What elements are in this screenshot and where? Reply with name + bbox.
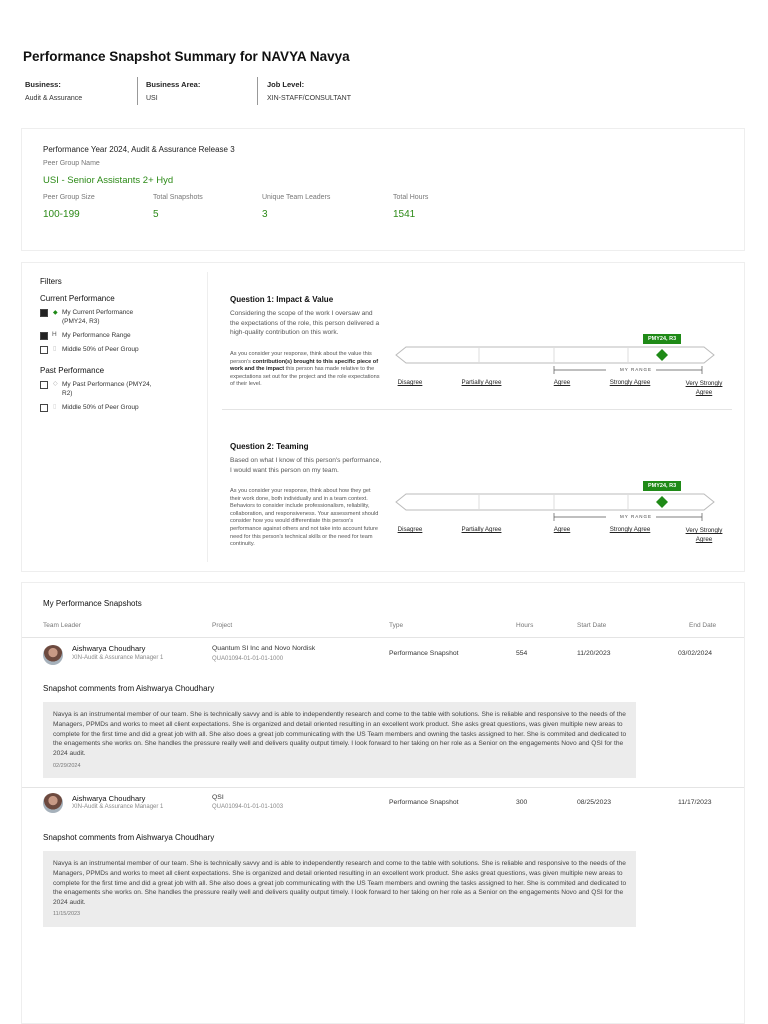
stat-label: Total Snapshots bbox=[153, 194, 203, 201]
my-range-label: MY RANGE bbox=[620, 367, 652, 372]
filter-label: Middle 50% of Peer Group bbox=[62, 346, 139, 353]
team-leader-name: Aishwarya Choudhary bbox=[72, 644, 146, 653]
avatar bbox=[43, 793, 63, 813]
column-header-hours: Hours bbox=[516, 622, 534, 629]
filter-label: My Current Performance (PMY24, R3) bbox=[62, 309, 134, 325]
comment-heading: Snapshot comments from Aishwarya Choudha… bbox=[43, 684, 215, 693]
team-leader-role: XIN-Audit & Assurance Manager 1 bbox=[72, 804, 164, 810]
scale-label-disagree: Disagree bbox=[397, 526, 423, 533]
stat-value: 3 bbox=[262, 209, 268, 220]
scale-label-very-strongly-agree: Very Strongly Agree bbox=[685, 527, 723, 543]
filter-middle-50-current[interactable]: ▯ Middle 50% of Peer Group bbox=[40, 345, 200, 356]
scale-label-agree: Agree bbox=[553, 379, 571, 386]
stat-label: Total Hours bbox=[393, 194, 429, 201]
project-name: QSI bbox=[212, 794, 224, 801]
question-2-note: As you consider your response, think abo… bbox=[230, 488, 379, 548]
avatar bbox=[43, 645, 63, 665]
question-2-text: Based on what I know of this person's pe… bbox=[230, 457, 382, 474]
filters-divider bbox=[207, 272, 208, 562]
comment-date: 02/29/2024 bbox=[53, 763, 81, 769]
filters-title: Filters bbox=[40, 277, 62, 286]
stat-value: 100-199 bbox=[43, 209, 80, 220]
diamond-outline-icon: ◇ bbox=[53, 381, 58, 387]
diamond-icon: ◆ bbox=[53, 310, 58, 316]
comment-text: Navya is an instrumental member of our t… bbox=[53, 711, 627, 758]
question-1-note: As you consider your response, think abo… bbox=[230, 351, 380, 388]
snapshot-hours: 554 bbox=[516, 650, 528, 657]
snapshot-end-date: 03/02/2024 bbox=[678, 650, 713, 657]
scale-label-disagree: Disagree bbox=[397, 379, 423, 386]
range-swatch-icon: ▯ bbox=[53, 404, 57, 410]
filter-my-past-performance[interactable]: ◇ My Past Performance (PMY24, R2) bbox=[40, 380, 200, 402]
stat-value: 1541 bbox=[393, 209, 416, 220]
team-leader-name: Aishwarya Choudhary bbox=[72, 794, 146, 803]
column-header-type: Type bbox=[389, 622, 404, 629]
snapshot-end-date: 11/17/2023 bbox=[678, 799, 712, 806]
snapshot-start-date: 08/25/2023 bbox=[577, 799, 612, 806]
scale-label-partially-agree: Partially Agree bbox=[461, 526, 502, 533]
job-level-label: Job Level: bbox=[267, 80, 305, 89]
column-header-team-leader: Team Leader bbox=[43, 622, 81, 629]
range-icon: H bbox=[52, 331, 57, 338]
current-performance-badge: PMY24, R3 bbox=[643, 334, 682, 344]
my-range-label: MY RANGE bbox=[620, 514, 652, 519]
checkbox[interactable] bbox=[40, 346, 48, 354]
business-value: Audit & Assurance bbox=[25, 95, 83, 102]
scale-label-strongly-agree: Strongly Agree bbox=[609, 526, 651, 533]
project-code: QUA01094-01-01-01-1003 bbox=[212, 804, 284, 810]
checkbox-checked[interactable] bbox=[40, 332, 48, 340]
range-swatch-icon: ▯ bbox=[53, 346, 57, 352]
project-name: Quantum SI Inc and Novo Nordisk bbox=[212, 645, 316, 652]
snapshot-hours: 300 bbox=[516, 799, 528, 806]
snapshots-title: My Performance Snapshots bbox=[43, 599, 142, 608]
scale-label-partially-agree: Partially Agree bbox=[461, 379, 502, 386]
business-label: Business: bbox=[25, 80, 61, 89]
current-performance-heading: Current Performance bbox=[40, 294, 115, 303]
project-code: QUA01094-01-01-01-1000 bbox=[212, 656, 284, 662]
business-area-label: Business Area: bbox=[146, 80, 201, 89]
checkbox[interactable] bbox=[40, 381, 48, 389]
checkbox-checked[interactable] bbox=[40, 309, 48, 317]
filter-my-performance-range[interactable]: H My Performance Range bbox=[40, 331, 200, 342]
meta-divider bbox=[137, 77, 138, 105]
peer-group-name: USI - Senior Assistants 2+ Hyd bbox=[43, 175, 174, 186]
meta-divider bbox=[257, 77, 258, 105]
comment-text: Navya is an instrumental member of our t… bbox=[53, 860, 627, 907]
performance-year-title: Performance Year 2024, Audit & Assurance… bbox=[43, 145, 235, 154]
page-title: Performance Snapshot Summary for NAVYA N… bbox=[23, 49, 350, 64]
question-1-text: Considering the scope of the work I over… bbox=[230, 310, 380, 337]
column-header-project: Project bbox=[212, 622, 233, 629]
current-performance-badge: PMY24, R3 bbox=[643, 481, 682, 491]
column-header-end-date: End Date bbox=[689, 622, 717, 629]
column-header-start-date: Start Date bbox=[577, 622, 607, 629]
comment-date: 11/15/2023 bbox=[53, 911, 81, 917]
snapshot-start-date: 11/20/2023 bbox=[577, 650, 611, 657]
stat-label: Unique Team Leaders bbox=[262, 194, 331, 201]
peer-group-label: Peer Group Name bbox=[43, 160, 100, 167]
filter-label: My Performance Range bbox=[62, 332, 131, 339]
scale-label-agree: Agree bbox=[553, 526, 571, 533]
team-leader-role: XIN-Audit & Assurance Manager 1 bbox=[72, 655, 164, 661]
filter-middle-50-past[interactable]: ▯ Middle 50% of Peer Group bbox=[40, 403, 200, 414]
scale-label-strongly-agree: Strongly Agree bbox=[609, 379, 651, 386]
filter-my-current-performance[interactable]: ◆ My Current Performance (PMY24, R3) bbox=[40, 308, 200, 330]
snapshot-type: Performance Snapshot bbox=[389, 799, 459, 806]
stat-label: Peer Group Size bbox=[43, 194, 95, 201]
question-1-title: Question 1: Impact & Value bbox=[230, 295, 334, 304]
snapshot-type: Performance Snapshot bbox=[389, 650, 459, 657]
job-level-value: XIN-STAFF/CONSULTANT bbox=[267, 95, 351, 102]
question-2-title: Question 2: Teaming bbox=[230, 442, 309, 451]
question-separator bbox=[222, 409, 732, 410]
business-area-value: USI bbox=[146, 95, 158, 102]
checkbox[interactable] bbox=[40, 404, 48, 412]
stat-value: 5 bbox=[153, 209, 159, 220]
scale-label-very-strongly-agree: Very Strongly Agree bbox=[685, 380, 723, 396]
filter-label: My Past Performance (PMY24, R2) bbox=[62, 381, 152, 397]
past-performance-heading: Past Performance bbox=[40, 366, 105, 375]
comment-heading: Snapshot comments from Aishwarya Choudha… bbox=[43, 833, 215, 842]
filter-label: Middle 50% of Peer Group bbox=[62, 404, 139, 411]
